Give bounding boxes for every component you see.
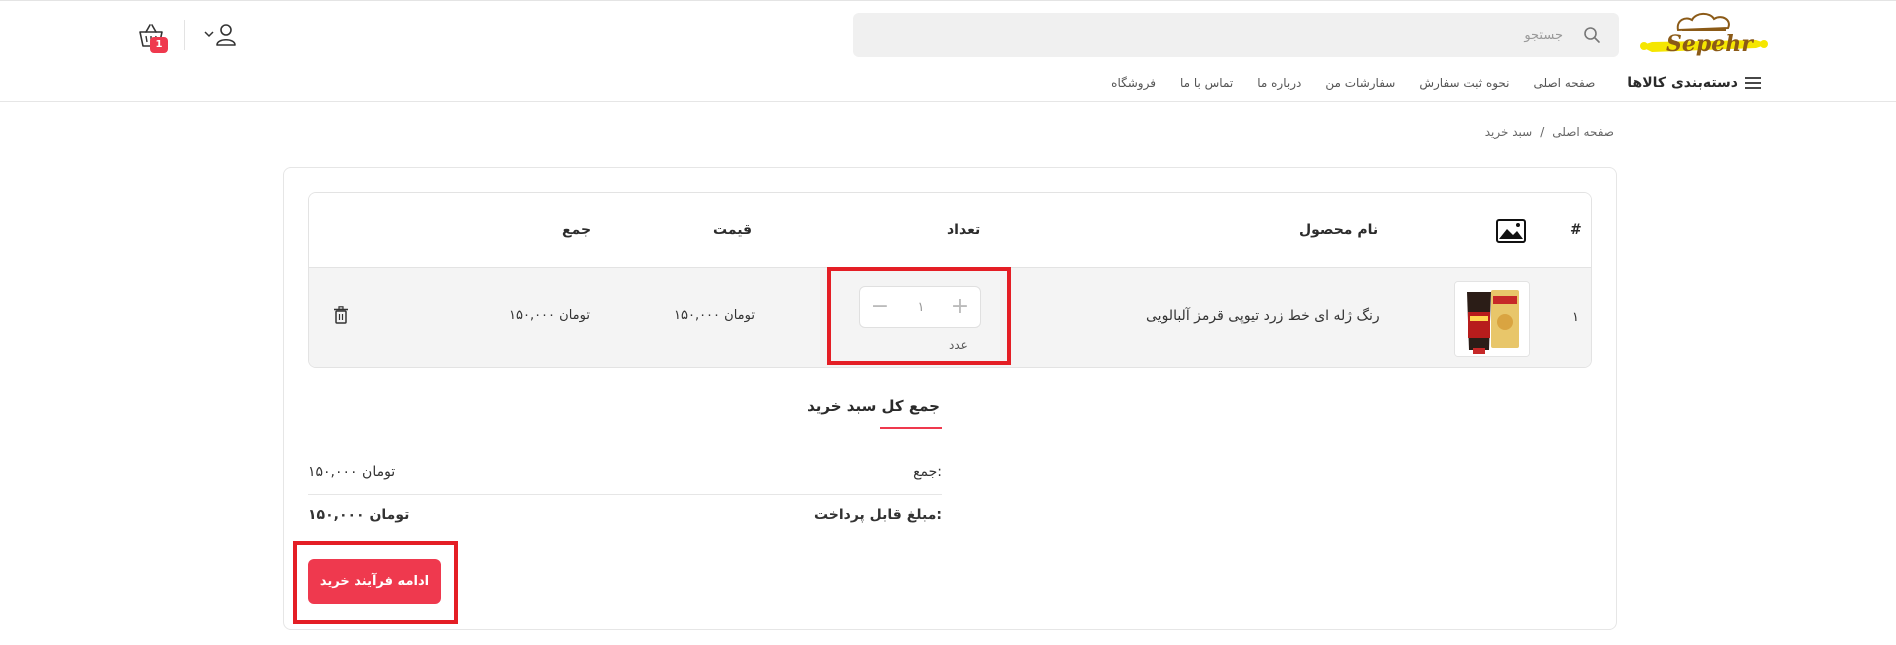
nav-item-shop[interactable]: فروشگاه [1111, 76, 1156, 90]
cart-count-badge: 1 [150, 37, 168, 53]
cart-summary-title: جمع کل سبد خرید [807, 397, 940, 415]
svg-text:Sepehr: Sepehr [1666, 31, 1754, 57]
payable-label: مبلغ قابل پرداخت: [813, 507, 942, 523]
header-index: # [1570, 222, 1582, 238]
image-icon [1496, 219, 1526, 243]
chevron-down-icon [204, 31, 214, 38]
header-total: جمع [562, 222, 592, 238]
search-icon [1584, 27, 1600, 43]
product-name[interactable]: رنگ ژله ای خط زرد تیوپی قرمز آلبالویی [1146, 308, 1380, 324]
categories-label: دسته‌بندی کالاها [1627, 75, 1738, 91]
top-border [0, 0, 1896, 1]
subtotal-label: جمع: [913, 464, 942, 480]
product-price: ۱۵۰,۰۰۰ تومان [674, 308, 755, 323]
nav-item-my-orders[interactable]: سفارشات من [1325, 76, 1395, 90]
nav-item-contact-us[interactable]: تماس با ما [1180, 76, 1233, 90]
nav-divider [0, 101, 1896, 102]
hamburger-icon [1745, 77, 1761, 89]
breadcrumb-current: سبد خرید [1484, 125, 1533, 139]
payable-row: مبلغ قابل پرداخت: ۱۵۰,۰۰۰ تومان [308, 507, 942, 527]
table-header: # نام محصول تعداد قیمت جمع [309, 193, 1591, 268]
product-thumbnail [1455, 282, 1529, 356]
header-product-name: نام محصول [1299, 222, 1379, 238]
user-account-button[interactable] [202, 22, 238, 48]
nav-item-how-to-order[interactable]: نحوه ثبت سفارش [1419, 76, 1509, 90]
header-quantity: تعداد [947, 222, 981, 238]
nav-item-about-us[interactable]: درباره ما [1257, 76, 1301, 90]
sepehr-logo[interactable]: Sepehr [1638, 10, 1770, 62]
summary-title-underline [880, 427, 942, 429]
product-image[interactable] [1454, 281, 1530, 357]
header-divider [184, 20, 185, 50]
payable-value: ۱۵۰,۰۰۰ تومان [308, 507, 410, 523]
main-nav: دسته‌بندی کالاها صفحه اصلی نحوه ثبت سفار… [1087, 74, 1762, 92]
subtotal-row: جمع: ۱۵۰,۰۰۰ تومان [308, 464, 942, 484]
row-total: ۱۵۰,۰۰۰ تومان [509, 308, 590, 323]
breadcrumb-home[interactable]: صفحه اصلی [1552, 125, 1614, 139]
trash-icon[interactable] [333, 306, 349, 324]
subtotal-value: ۱۵۰,۰۰۰ تومان [308, 464, 396, 480]
breadcrumb-separator: / [1540, 125, 1545, 139]
nav-item-home[interactable]: صفحه اصلی [1534, 76, 1596, 90]
breadcrumb: صفحه اصلی / سبد خرید [1485, 125, 1614, 139]
summary-divider [308, 494, 942, 495]
search-input[interactable] [963, 13, 1563, 57]
checkout-highlight-box [293, 541, 458, 624]
categories-menu-button[interactable]: دسته‌بندی کالاها [1627, 75, 1762, 91]
user-icon [216, 24, 236, 46]
header-price: قیمت [713, 222, 753, 238]
search-bar[interactable] [853, 13, 1619, 57]
quantity-highlight-box [827, 267, 1011, 365]
row-index: ۱ [1572, 310, 1579, 325]
